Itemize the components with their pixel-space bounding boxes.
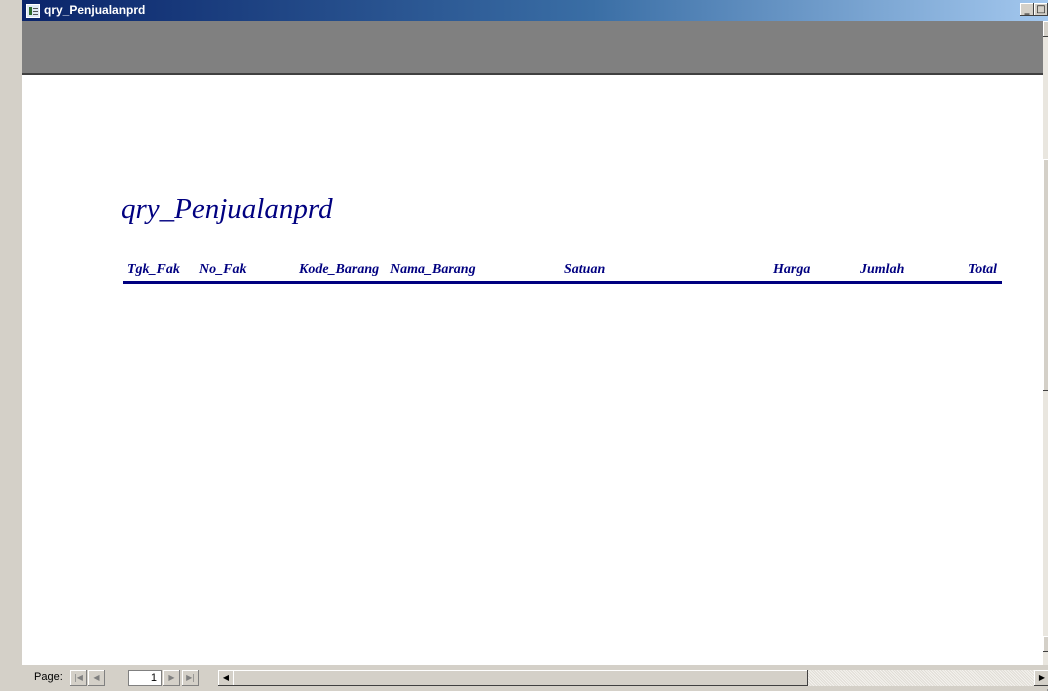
maximize-button[interactable]: □ bbox=[1034, 3, 1048, 16]
report-icon bbox=[26, 4, 40, 18]
last-page-button[interactable]: ▶| bbox=[182, 670, 199, 686]
page-margin-area bbox=[22, 21, 1043, 75]
report-window: qry_Penjualanprd _ □ ✕ qry_Penjualanprd … bbox=[0, 0, 1048, 691]
record-navigation-bar: Page: |◀ ◀ 1 ▶ ▶| ◀ ▶ bbox=[22, 665, 1048, 691]
next-page-button[interactable]: ▶ bbox=[163, 670, 180, 686]
column-header-jumlah: Jumlah bbox=[860, 262, 905, 277]
vertical-scrollbar[interactable]: ▲ ▼ bbox=[1043, 21, 1048, 665]
column-header-tgk-fak: Tgk_Fak bbox=[127, 262, 180, 277]
report-page[interactable]: qry_Penjualanprd Tgk_Fak No_Fak Kode_Bar… bbox=[22, 75, 1043, 665]
horizontal-scroll-thumb[interactable] bbox=[233, 670, 808, 686]
column-header-nama-barang: Nama_Barang bbox=[390, 262, 476, 277]
header-rule bbox=[123, 281, 1002, 284]
page-label: Page: bbox=[34, 671, 63, 683]
scroll-right-button[interactable]: ▶ bbox=[1034, 670, 1048, 686]
scroll-left-button[interactable]: ◀ bbox=[218, 670, 234, 686]
page-number-input[interactable]: 1 bbox=[128, 670, 162, 686]
minimize-button[interactable]: _ bbox=[1020, 3, 1034, 16]
previous-page-button[interactable]: ◀ bbox=[88, 670, 105, 686]
title-bar[interactable]: qry_Penjualanprd _ □ ✕ bbox=[22, 0, 1048, 21]
column-header-total: Total bbox=[968, 262, 998, 277]
scroll-down-button[interactable]: ▼ bbox=[1043, 636, 1048, 652]
vertical-scroll-thumb[interactable] bbox=[1043, 159, 1048, 391]
column-header-no-fak: No_Fak bbox=[199, 262, 247, 277]
scroll-up-button[interactable]: ▲ bbox=[1043, 21, 1048, 37]
column-header-harga: Harga bbox=[773, 262, 811, 277]
first-page-button[interactable]: |◀ bbox=[70, 670, 87, 686]
report-title: qry_Penjualanprd bbox=[121, 193, 333, 225]
column-header-satuan: Satuan bbox=[564, 262, 606, 277]
window-title: qry_Penjualanprd bbox=[44, 3, 146, 17]
column-header-kode-barang: Kode_Barang bbox=[299, 262, 380, 277]
